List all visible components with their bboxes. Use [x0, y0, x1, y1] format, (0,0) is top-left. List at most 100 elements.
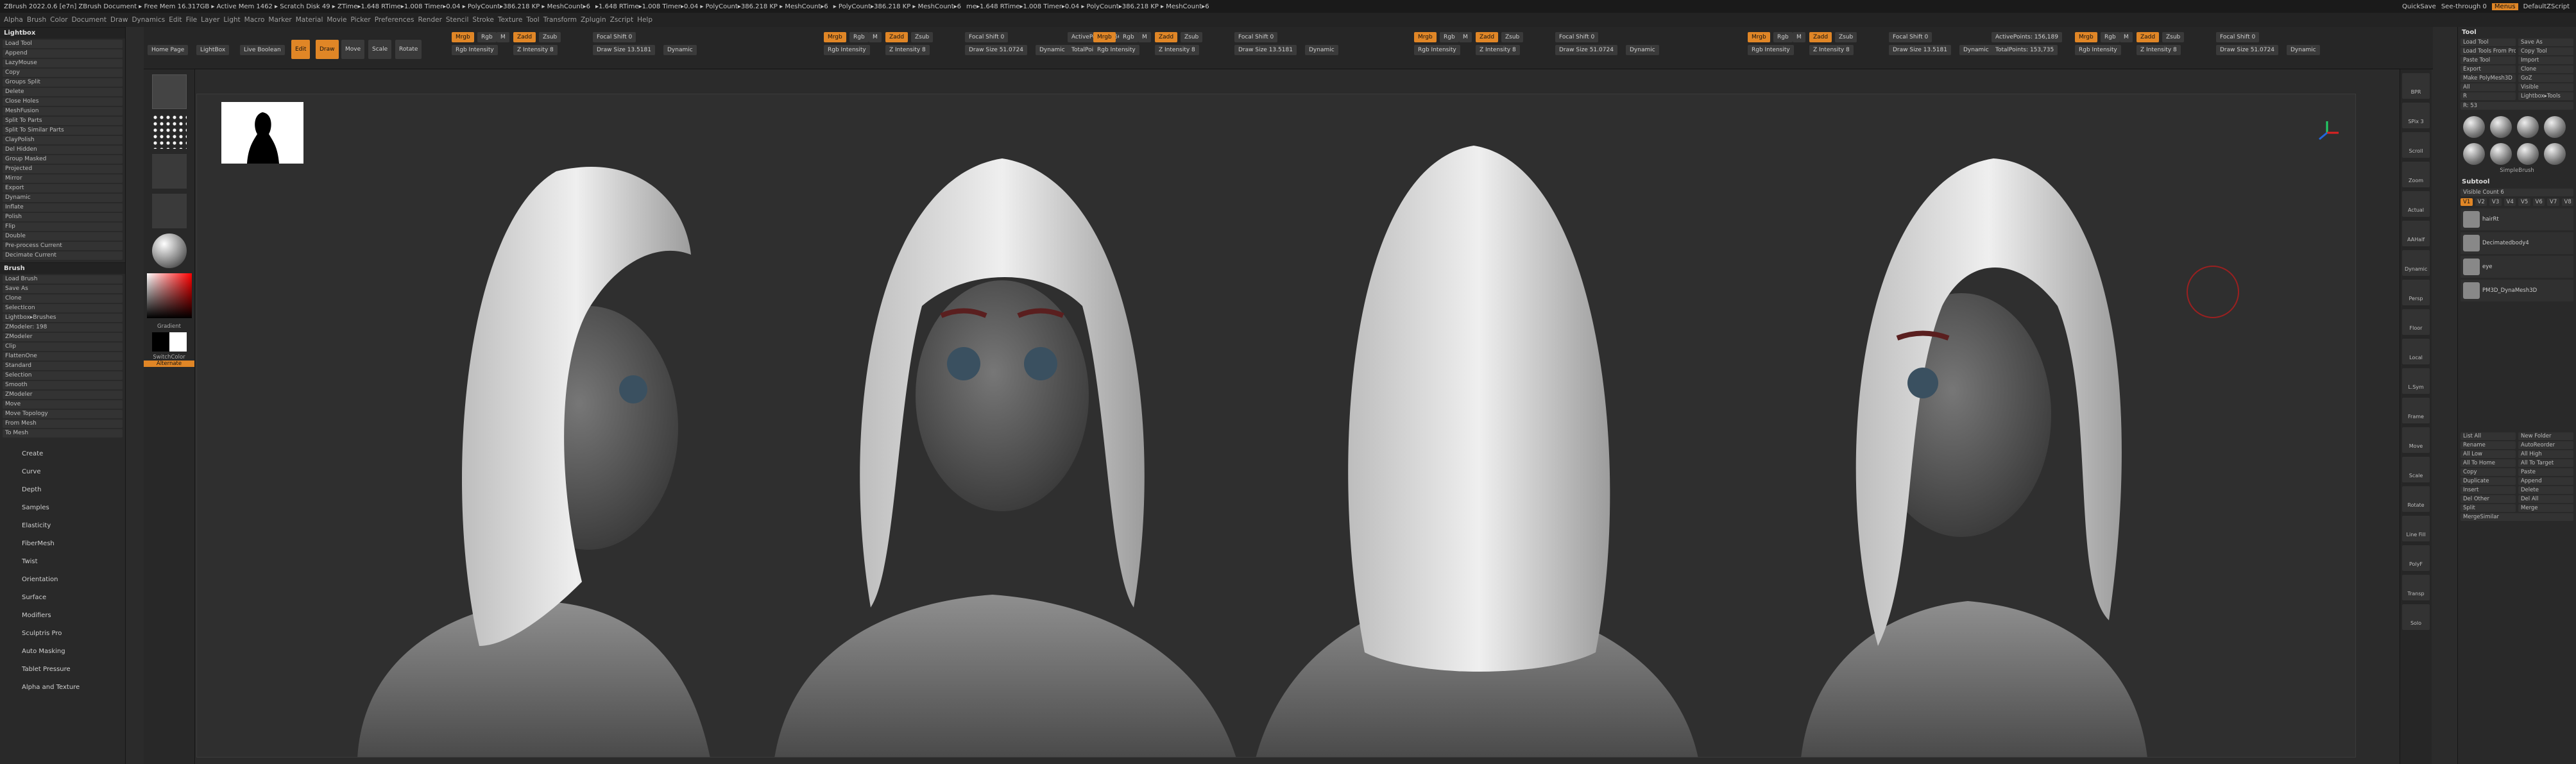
tool-icon[interactable]	[2463, 143, 2485, 165]
brush-flattenone-8[interactable]: FlattenOne	[3, 352, 123, 361]
lp-mirror[interactable]: Mirror	[3, 174, 123, 183]
mrgb-button[interactable]: Mrgb	[1748, 32, 1770, 42]
lp-export[interactable]: Export	[3, 184, 123, 192]
tool-save-as[interactable]: Save As	[2518, 38, 2573, 46]
zsub-button[interactable]: Zsub	[1501, 32, 1524, 42]
subtool-autoreorder[interactable]: AutoReorder	[2518, 441, 2573, 449]
lp-delete[interactable]: Delete	[3, 88, 123, 96]
rgb-button[interactable]: Rgb	[2101, 32, 2120, 42]
tool-icon[interactable]	[2544, 116, 2566, 138]
tool-thumbnail[interactable]	[151, 74, 187, 109]
z-intensity-slider[interactable]: Z Intensity 8	[885, 45, 930, 55]
move-button[interactable]: Move	[341, 40, 365, 59]
subtool-tab-v2[interactable]: V2	[2475, 198, 2487, 206]
tool-paste-tool[interactable]: Paste Tool	[2461, 56, 2516, 64]
lp-claypolish[interactable]: ClayPolish	[3, 136, 123, 144]
vtool-transp[interactable]: Transp	[2402, 575, 2430, 600]
menu-layer[interactable]: Layer	[201, 16, 219, 24]
zadd-button[interactable]: Zadd	[513, 32, 536, 42]
r-value[interactable]: R: 53	[2461, 102, 2573, 110]
subtool-tab-v3[interactable]: V3	[2489, 198, 2502, 206]
lightbox-header[interactable]: Lightbox	[0, 27, 125, 38]
subtool-item[interactable]: Decimatedbody4	[2461, 232, 2573, 254]
zsub-button[interactable]: Zsub	[539, 32, 561, 42]
rgb-intensity-slider[interactable]: Rgb Intensity	[824, 45, 870, 55]
subtool-split[interactable]: Split	[2461, 504, 2516, 512]
rgb-intensity-slider[interactable]: Rgb Intensity	[1748, 45, 1794, 55]
tool-icon[interactable]	[2490, 116, 2512, 138]
menu-render[interactable]: Render	[418, 16, 442, 24]
brush-sub-alpha-and-texture[interactable]: Alpha and Texture	[0, 679, 125, 697]
subtool-tab-v6[interactable]: V6	[2532, 198, 2545, 206]
vtool-zoom[interactable]: Zoom	[2402, 162, 2430, 187]
tool-visible[interactable]: Visible	[2518, 83, 2573, 91]
default-zscript[interactable]: DefaultZScript	[2523, 3, 2570, 10]
subtool-new-folder[interactable]: New Folder	[2518, 432, 2573, 440]
m-button[interactable]: M	[1793, 32, 1805, 42]
quicksave-button[interactable]: QuickSave	[2402, 3, 2436, 10]
vtool-l-sym[interactable]: L.Sym	[2402, 368, 2430, 394]
focal-shift-slider[interactable]: Focal Shift 0	[1555, 32, 1599, 42]
subtool-duplicate[interactable]: Duplicate	[2461, 477, 2516, 485]
subtool-item[interactable]: PM3D_DynaMesh3D	[2461, 280, 2573, 301]
edit-button[interactable]: Edit	[291, 40, 311, 59]
focal-shift-slider[interactable]: Focal Shift 0	[2216, 32, 2260, 42]
brush-to-mesh-16[interactable]: To Mesh	[3, 429, 123, 437]
brush-zmodeler-198-5[interactable]: ZModeler: 198	[3, 323, 123, 332]
z-intensity-slider[interactable]: Z Intensity 8	[513, 45, 558, 55]
vtool-bpr[interactable]: BPR	[2402, 73, 2430, 99]
subtool-del-other[interactable]: Del Other	[2461, 495, 2516, 503]
subtool-mergesimilar[interactable]: MergeSimilar	[2461, 513, 2573, 521]
tool-header[interactable]: Tool	[2458, 27, 2576, 38]
brush-save-as-1[interactable]: Save As	[3, 285, 123, 293]
texture-thumbnail[interactable]	[151, 194, 187, 228]
mrgb-button[interactable]: Mrgb	[2075, 32, 2097, 42]
m-button[interactable]: M	[869, 32, 882, 42]
subtool-tab-v1[interactable]: V1	[2461, 198, 2473, 206]
zadd-button[interactable]: Zadd	[2137, 32, 2160, 42]
tool-make-polymesh3d[interactable]: Make PolyMesh3D	[2461, 74, 2516, 82]
home-page-button[interactable]: Home Page	[148, 45, 189, 55]
subtool-tab-v7[interactable]: V7	[2547, 198, 2559, 206]
zadd-button[interactable]: Zadd	[1476, 32, 1499, 42]
zadd-button[interactable]: Zadd	[885, 32, 908, 42]
z-intensity-slider[interactable]: Z Intensity 8	[1809, 45, 1854, 55]
tool-icon[interactable]	[2544, 143, 2566, 165]
focal-shift-slider[interactable]: Focal Shift 0	[965, 32, 1009, 42]
brush-sub-curve[interactable]: Curve	[0, 463, 125, 481]
subtool-paste[interactable]: Paste	[2518, 468, 2573, 476]
tool-clone[interactable]: Clone	[2518, 65, 2573, 73]
draw-size-slider[interactable]: Draw Size 51.0724	[1555, 45, 1617, 55]
vtool-move[interactable]: Move	[2402, 427, 2430, 453]
tool-copy-tool[interactable]: Copy Tool	[2518, 47, 2573, 55]
rgb-intensity-slider[interactable]: Rgb Intensity	[1414, 45, 1460, 55]
lp-double[interactable]: Double	[3, 232, 123, 241]
lp-split-to-similar-parts[interactable]: Split To Similar Parts	[3, 126, 123, 135]
subtool-insert[interactable]: Insert	[2461, 486, 2516, 494]
m-button[interactable]: M	[1459, 32, 1472, 42]
vtool-scale[interactable]: Scale	[2402, 457, 2430, 482]
brush-sub-fibermesh[interactable]: FiberMesh	[0, 535, 125, 553]
subtool-delete[interactable]: Delete	[2518, 486, 2573, 494]
dynamic-toggle[interactable]: Dynamic	[1305, 45, 1338, 55]
menu-brush[interactable]: Brush	[27, 16, 46, 24]
subtool-all-to-home[interactable]: All To Home	[2461, 459, 2516, 467]
lp-split-to-parts[interactable]: Split To Parts	[3, 117, 123, 125]
lp-dynamic[interactable]: Dynamic	[3, 194, 123, 202]
lp-meshfusion[interactable]: MeshFusion	[3, 107, 123, 115]
dynamic-toggle[interactable]: Dynamic	[1959, 45, 1993, 55]
menu-zplugin[interactable]: Zplugin	[581, 16, 606, 24]
subtool-rename[interactable]: Rename	[2461, 441, 2516, 449]
vtool-persp[interactable]: Persp	[2402, 280, 2430, 305]
rgb-intensity-slider[interactable]: Rgb Intensity	[1093, 45, 1139, 55]
subtool-header[interactable]: Subtool	[2458, 176, 2576, 187]
lp-group-masked[interactable]: Group Masked	[3, 155, 123, 164]
main-viewport[interactable]	[196, 94, 2356, 758]
brush-header[interactable]: Brush	[0, 262, 125, 274]
mrgb-button[interactable]: Mrgb	[452, 32, 474, 42]
subtool-all-low[interactable]: All Low	[2461, 450, 2516, 458]
menu-transform[interactable]: Transform	[543, 16, 577, 24]
zadd-button[interactable]: Zadd	[1809, 32, 1832, 42]
lp-inflate[interactable]: Inflate	[3, 203, 123, 212]
vtool-rotate[interactable]: Rotate	[2402, 486, 2430, 512]
